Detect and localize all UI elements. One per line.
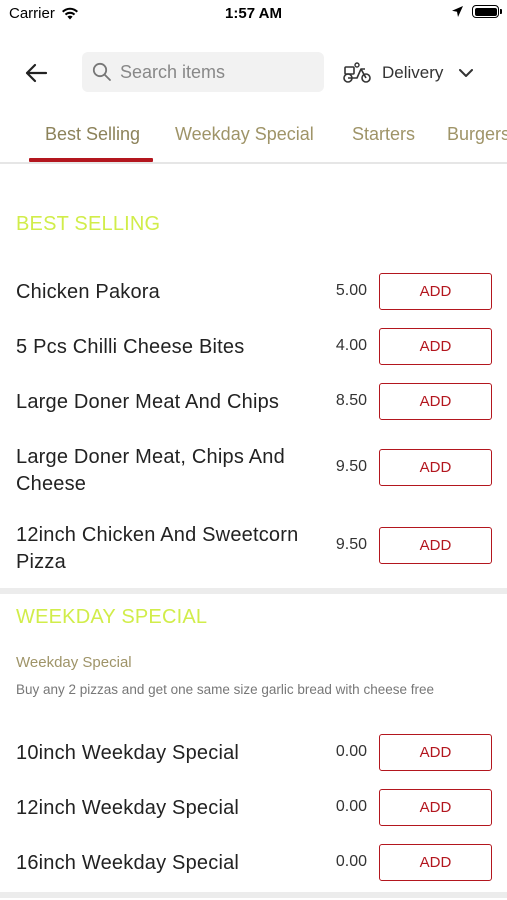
item-name: 5 Pcs Chilli Cheese Bites bbox=[16, 336, 245, 358]
item-name: 12inch Weekday Special bbox=[16, 797, 240, 819]
add-button[interactable]: ADD bbox=[379, 383, 492, 420]
search-box[interactable] bbox=[82, 52, 324, 92]
top-bar: Delivery bbox=[0, 50, 507, 94]
search-icon bbox=[92, 62, 111, 81]
back-button[interactable] bbox=[20, 57, 52, 89]
delivery-label: Delivery bbox=[382, 63, 444, 82]
item-name: 16inch Weekday Special bbox=[16, 852, 240, 874]
item-price: 5.00 bbox=[335, 282, 367, 299]
section-title-weekday-special: WEEKDAY SPECIAL bbox=[16, 606, 208, 628]
tab-weekday-special[interactable]: Weekday Special bbox=[175, 124, 314, 145]
item-price: 9.50 bbox=[335, 458, 367, 475]
arrow-left-icon bbox=[25, 63, 48, 83]
add-button[interactable]: ADD bbox=[379, 527, 492, 564]
item-price: 0.00 bbox=[335, 743, 367, 760]
status-right-icons bbox=[451, 5, 502, 18]
add-button[interactable]: ADD bbox=[379, 734, 492, 771]
battery-icon bbox=[472, 5, 502, 18]
add-button[interactable]: ADD bbox=[379, 789, 492, 826]
item-name: Large Doner Meat, Chips And Cheese bbox=[16, 446, 285, 495]
category-tabs: Best Selling Weekday Special Starters Bu… bbox=[0, 110, 507, 164]
section-divider bbox=[0, 588, 507, 594]
section-divider bbox=[0, 892, 507, 898]
item-price: 9.50 bbox=[335, 536, 367, 553]
chevron-down-icon bbox=[459, 68, 474, 77]
scooter-icon bbox=[343, 62, 371, 83]
item-price: 8.50 bbox=[335, 392, 367, 409]
item-name: Large Doner Meat And Chips bbox=[16, 391, 280, 413]
add-button[interactable]: ADD bbox=[379, 273, 492, 310]
section-description: Buy any 2 pizzas and get one same size g… bbox=[16, 682, 434, 697]
add-button[interactable]: ADD bbox=[379, 328, 492, 365]
section-subtitle: Weekday Special bbox=[16, 654, 132, 671]
item-name: 12inch Chicken And Sweetcorn Pizza bbox=[16, 524, 299, 573]
tab-burgers[interactable]: Burgers bbox=[447, 124, 507, 145]
delivery-selector[interactable]: Delivery bbox=[342, 58, 474, 88]
status-time: 1:57 AM bbox=[225, 5, 282, 22]
item-price: 0.00 bbox=[335, 798, 367, 815]
tab-starters[interactable]: Starters bbox=[352, 124, 415, 145]
item-name: 10inch Weekday Special bbox=[16, 742, 240, 764]
search-input[interactable] bbox=[120, 61, 310, 83]
location-arrow-icon bbox=[452, 6, 463, 17]
tab-best-selling[interactable]: Best Selling bbox=[45, 124, 140, 145]
item-price: 4.00 bbox=[335, 337, 367, 354]
item-name: Chicken Pakora bbox=[16, 281, 160, 303]
item-price: 0.00 bbox=[335, 853, 367, 870]
add-button[interactable]: ADD bbox=[379, 844, 492, 881]
section-title-best-selling: BEST SELLING bbox=[16, 213, 161, 235]
status-bar: Carrier 1:57 AM bbox=[0, 0, 507, 30]
add-button[interactable]: ADD bbox=[379, 449, 492, 486]
active-tab-indicator bbox=[29, 158, 153, 162]
